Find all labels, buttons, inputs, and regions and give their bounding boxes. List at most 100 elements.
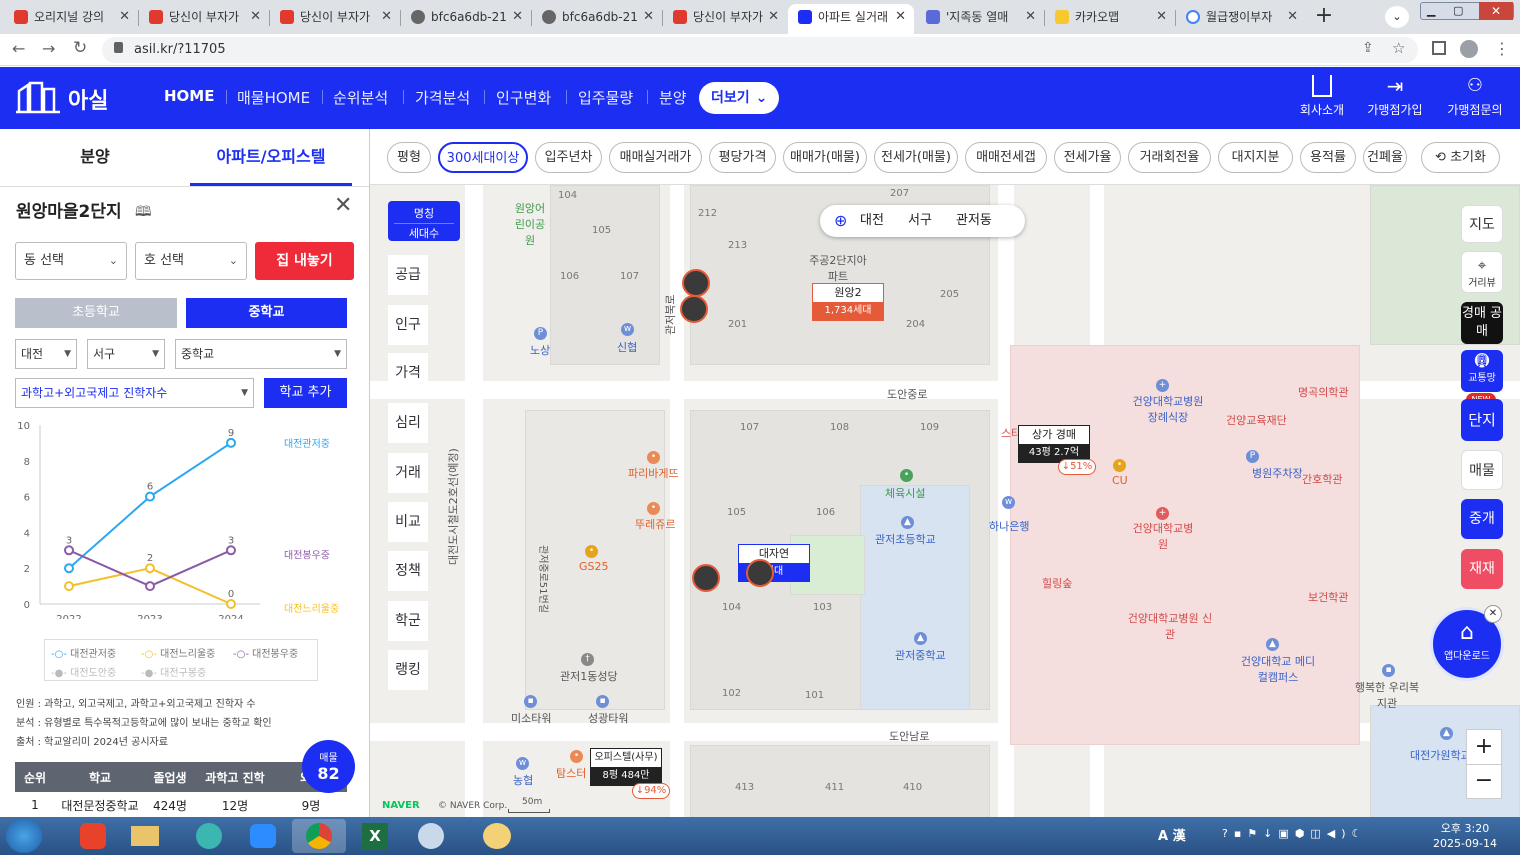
map-label[interactable]: 대전가원학교 (1410, 747, 1471, 763)
filter-chip[interactable]: 평당가격 (709, 142, 776, 173)
close-icon[interactable]: ✕ (1484, 605, 1502, 623)
add-school-button[interactable]: 학교 추가 (264, 378, 347, 408)
tab-apartment-officetel[interactable]: 아파트/오피스텔 (190, 129, 352, 186)
map-label[interactable]: 신협 (617, 339, 637, 355)
close-tab-icon[interactable]: ✕ (512, 4, 523, 30)
breadcrumb-dong[interactable]: 관저동 (956, 205, 992, 237)
map-label[interactable]: 뚜레쥬르 (635, 516, 675, 532)
maximize-icon[interactable]: ▢ (1453, 4, 1463, 17)
taskbar-excel-icon[interactable]: X (348, 819, 402, 853)
taskbar-app-icon[interactable] (182, 819, 236, 853)
browser-tab[interactable]: 오리지널 강의 ✕ (4, 4, 138, 34)
nav-population[interactable]: 인구변화 (496, 87, 551, 108)
map-tab-population[interactable]: 인구 (388, 305, 428, 345)
crosshair-icon[interactable]: ⊕ (834, 205, 847, 237)
map-label[interactable]: 노상 (530, 342, 550, 358)
map-label[interactable]: 간호학관 (1302, 471, 1342, 487)
user-avatar[interactable] (680, 295, 708, 323)
map-label[interactable]: 농협 (513, 772, 533, 788)
zoom-in-button[interactable]: + (1467, 730, 1501, 765)
filter-chip[interactable]: 전세가(매물) (874, 142, 958, 173)
nav-home[interactable]: HOME (164, 87, 214, 105)
map-view[interactable]: 104 105 212 213 106 107 201 204 205 207 … (370, 185, 1520, 817)
map-mode-button[interactable]: 지도 (1461, 205, 1503, 243)
street-view-button[interactable]: ⌖ 거리뷰 (1461, 251, 1503, 293)
franchise-join-link[interactable]: ⇥ 가맹점가입 (1364, 75, 1426, 118)
map-label[interactable]: GS25 (579, 560, 609, 573)
map-tab-price[interactable]: 가격 (388, 353, 428, 393)
close-tab-icon[interactable]: ✕ (250, 4, 261, 30)
browser-tab[interactable]: '지족동 열매 ✕ (916, 4, 1044, 34)
map-tab-sentiment[interactable]: 심리 (388, 403, 428, 443)
map-tab-ranking[interactable]: 랭킹 (388, 650, 428, 690)
more-button[interactable]: 더보기 ⌄ (699, 82, 779, 114)
legend-item[interactable]: -○- 대전느리울중 (141, 645, 215, 660)
close-tab-icon[interactable]: ✕ (1287, 4, 1298, 30)
close-tab-icon[interactable]: ✕ (381, 4, 392, 30)
close-tab-icon[interactable]: ✕ (119, 4, 130, 30)
filter-chip[interactable]: 매매가(매물) (783, 142, 867, 173)
map-label[interactable]: 탐스터 (556, 765, 586, 781)
bookmark-star-icon[interactable]: ☆ (1392, 39, 1405, 57)
new-tab-icon[interactable]: + (1310, 4, 1338, 30)
legend-item[interactable]: -○- 대전봉우중 (233, 645, 298, 660)
map-label[interactable]: 파리바게뜨 (628, 465, 679, 481)
list-house-button[interactable]: 집 내놓기 (255, 242, 354, 280)
filter-chip[interactable]: 평형 (387, 142, 431, 173)
close-tab-icon[interactable]: ✕ (768, 4, 779, 30)
map-tab-compare[interactable]: 비교 (388, 502, 428, 542)
filter-chip[interactable]: 대지지분 (1218, 142, 1293, 173)
system-tray-icons[interactable]: ?▪⚑↓▣⬢◫◀)☾ (1222, 827, 1367, 840)
taskbar-paint-icon[interactable] (404, 819, 458, 853)
transit-button[interactable]: 🚇︎ 교통망 (1461, 350, 1503, 392)
share-icon[interactable]: ⇪ (1362, 40, 1374, 56)
map-label[interactable]: 체육시설 (885, 485, 925, 501)
browser-tab[interactable]: bfc6a6db-21 ✕ (401, 4, 531, 34)
redevelopment-button[interactable]: 재재 (1461, 549, 1503, 589)
close-window-icon[interactable]: ✕ (1479, 2, 1513, 20)
book-icon[interactable]: 🕮 (135, 201, 152, 225)
tab-presale[interactable]: 분양 (0, 129, 190, 186)
nav-supply[interactable]: 입주물량 (578, 87, 633, 108)
browser-tab[interactable]: 카카오맵 ✕ (1045, 4, 1175, 34)
region-select[interactable]: 대전 ▼ (15, 339, 77, 369)
listings-badge[interactable]: 매물 82 (302, 740, 355, 793)
user-avatar[interactable] (746, 559, 774, 587)
legend-item[interactable]: -●- 대전도안중 (51, 664, 116, 679)
filter-chip[interactable]: 건폐율 (1363, 142, 1407, 173)
close-tab-icon[interactable]: ✕ (643, 4, 654, 30)
map-label[interactable]: 관저초등학교 (875, 531, 936, 547)
back-icon[interactable]: ← (12, 39, 25, 58)
map-label[interactable]: 관저중학교 (895, 647, 946, 663)
metric-select[interactable]: 과학고+외고국제고 진학자수 ▼ (15, 378, 254, 408)
map-label[interactable]: 관저1동성당 (560, 668, 618, 684)
minimize-icon[interactable]: ▁ (1427, 4, 1435, 17)
filter-chip[interactable]: 매매실거래가 (609, 142, 702, 173)
map-label-park[interactable]: 원앙어린이공원 (510, 200, 550, 248)
zoom-out-button[interactable]: − (1467, 765, 1501, 799)
nav-presale[interactable]: 분양 (659, 87, 687, 108)
map-label[interactable]: 명곡의학관 (1298, 384, 1349, 400)
dong-select[interactable]: 동 선택 ⌄ (15, 242, 127, 280)
officetel-marker[interactable]: 오피스텔(사무) 8평 484만 (590, 748, 662, 786)
taskbar-app-icon[interactable] (66, 819, 120, 853)
district-select[interactable]: 서구 ▼ (87, 339, 165, 369)
nav-rank-analysis[interactable]: 순위분석 (333, 87, 388, 108)
taskbar-chrome-icon[interactable] (292, 819, 346, 853)
browser-tab[interactable]: bfc6a6db-21 ✕ (532, 4, 662, 34)
close-tab-icon[interactable]: ✕ (1025, 4, 1036, 30)
filter-chip[interactable]: 거래회전율 (1128, 142, 1211, 173)
sidepanel-icon[interactable] (1432, 41, 1446, 55)
taskbar-app-icon[interactable] (470, 819, 524, 853)
company-intro-link[interactable]: 회사소개 (1296, 75, 1348, 118)
nav-price-analysis[interactable]: 가격분석 (415, 87, 470, 108)
legend-item[interactable]: -●- 대전구봉중 (141, 664, 206, 679)
map-label[interactable]: 건양교육재단 (1226, 412, 1287, 428)
ho-select[interactable]: 호 선택 ⌄ (135, 242, 247, 280)
nav-listings-home[interactable]: 매물HOME (237, 87, 310, 108)
filter-chip[interactable]: 전세가율 (1054, 142, 1121, 173)
close-tab-icon[interactable]: ✕ (1156, 4, 1167, 30)
map-label[interactable]: 병원주차장 (1252, 465, 1303, 481)
auction-button[interactable]: 경매 공매 (1461, 302, 1503, 344)
clock[interactable]: 오후 3:20 2025-09-14 (1420, 821, 1510, 851)
